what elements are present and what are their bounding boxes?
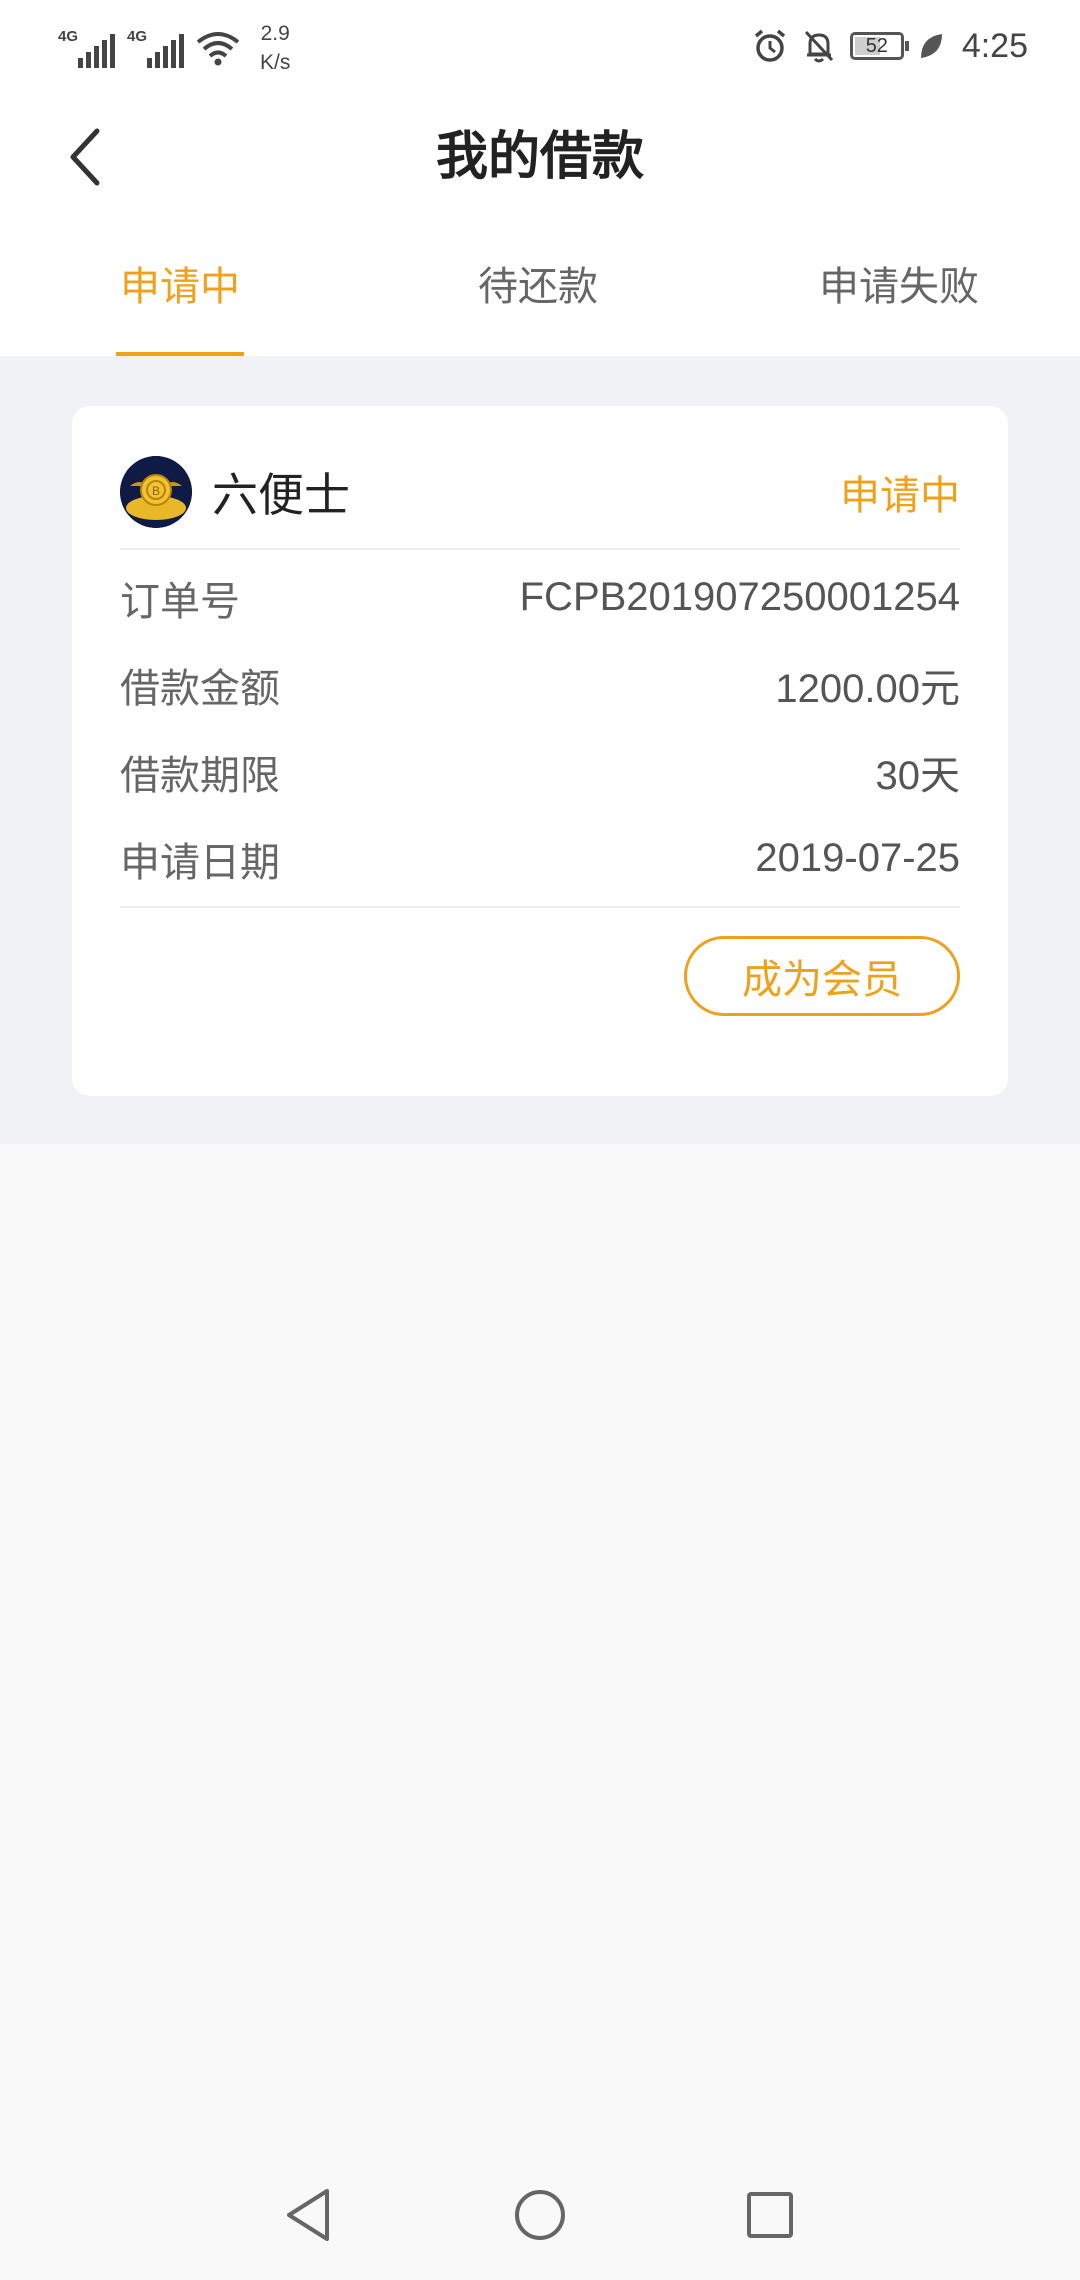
speed-value: 2.9 [260, 22, 290, 45]
status-left: 4G 4G 2.9 K/s [58, 18, 290, 78]
svg-text:B: B [152, 484, 160, 498]
loan-term-value: 30天 [875, 753, 961, 798]
leaf-icon [920, 34, 942, 58]
card-header: B 六便士 申请中 [120, 456, 960, 528]
battery-level: 52 [865, 34, 888, 57]
network-speed: 2.9 K/s [260, 19, 290, 77]
battery-icon: 52 [849, 32, 909, 60]
bell-off-icon [804, 30, 833, 63]
lender-name: 六便士 [212, 468, 350, 522]
order-number-label: 订单号 [120, 578, 240, 625]
content-area: B 六便士 申请中 订单号 FCPB201907250001254 借款金额 1… [0, 356, 1080, 1144]
card-divider-top [120, 548, 960, 550]
page-title: 我的借款 [435, 127, 644, 187]
circle-home-icon [515, 2190, 565, 2240]
nav-recent-button[interactable] [735, 2180, 805, 2250]
alarm-icon [754, 29, 785, 62]
signal-bars-icon [78, 34, 115, 68]
signal-1: 4G [58, 28, 115, 68]
network-type-2: 4G [127, 28, 148, 45]
loan-amount-value: 1200.00元 [775, 666, 960, 711]
become-member-button[interactable]: 成为会员 [684, 936, 960, 1016]
loan-amount-label: 借款金额 [120, 665, 280, 712]
loan-details: 订单号 FCPB201907250001254 借款金额 1200.00元 借款… [120, 554, 960, 902]
detail-row-apply-date: 申请日期 2019-07-25 [120, 815, 960, 902]
system-nav-bar [0, 2148, 1080, 2280]
nav-back-button[interactable] [273, 2180, 343, 2250]
app-header: 我的借款 [0, 92, 1080, 222]
detail-row-order-number: 订单号 FCPB201907250001254 [120, 554, 960, 641]
loan-status: 申请中 [840, 473, 960, 519]
lender-info: B 六便士 [120, 456, 350, 528]
triangle-back-icon [287, 2189, 329, 2241]
signal-bars-icon [147, 34, 184, 68]
status-bar: 4G 4G 2.9 K/s 52 4:25 [0, 0, 1080, 92]
signal-2: 4G [127, 28, 184, 68]
network-type-1: 4G [58, 28, 79, 45]
detail-row-loan-term: 借款期限 30天 [120, 728, 960, 815]
status-right: 52 4:25 [752, 18, 1028, 74]
apply-date-value: 2019-07-25 [755, 836, 960, 880]
card-divider-bottom [120, 906, 960, 908]
lender-logo: B [120, 456, 192, 528]
loan-card[interactable]: B 六便士 申请中 订单号 FCPB201907250001254 借款金额 1… [72, 406, 1008, 1096]
app-screen: 4G 4G 2.9 K/s 52 4:25 我的借款 申请中 待还款 申请失败 … [0, 0, 1080, 2280]
tab-applying[interactable]: 申请中 [120, 262, 240, 312]
order-number-value: FCPB201907250001254 [519, 575, 960, 619]
apply-date-label: 申请日期 [120, 839, 280, 886]
coin-logo-icon: B [120, 456, 192, 528]
loan-term-label: 借款期限 [120, 752, 280, 799]
square-recent-icon [747, 2192, 793, 2238]
tab-application-failed[interactable]: 申请失败 [819, 262, 979, 312]
speed-unit: K/s [260, 51, 291, 74]
wifi-icon [196, 32, 240, 66]
tab-bar: 申请中 待还款 申请失败 [0, 222, 1080, 356]
detail-row-loan-amount: 借款金额 1200.00元 [120, 641, 960, 728]
tab-pending-repayment[interactable]: 待还款 [478, 262, 598, 312]
nav-home-button[interactable] [505, 2180, 575, 2250]
status-time: 4:25 [961, 26, 1028, 65]
